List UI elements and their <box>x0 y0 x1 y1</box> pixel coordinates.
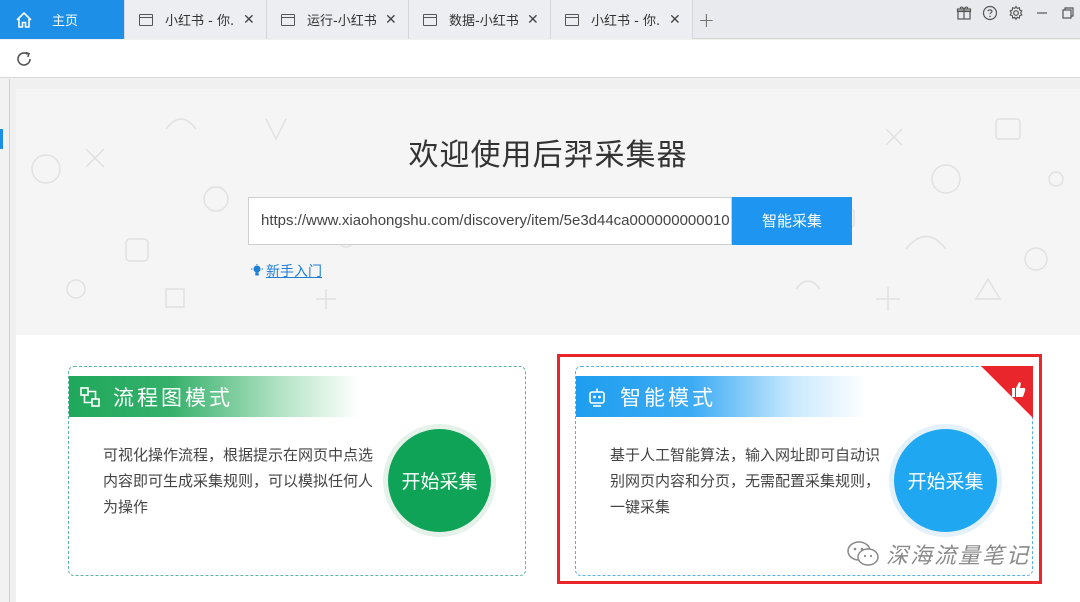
tab-page[interactable]: 小红书 - 你... ✕ <box>551 0 693 39</box>
page-icon <box>281 13 295 26</box>
refresh-icon[interactable] <box>14 49 34 69</box>
window-controls <box>952 0 1080 26</box>
gift-icon[interactable] <box>952 1 976 25</box>
url-input[interactable]: https://www.xiaohongshu.com/discovery/it… <box>248 197 732 245</box>
home-icon <box>16 11 32 28</box>
watermark-text: 深海流量笔记 <box>886 544 1031 569</box>
page-title: 欢迎使用后羿采集器 <box>408 138 688 173</box>
close-icon[interactable]: ✕ <box>385 12 397 28</box>
tab-label: 主页 <box>52 14 79 29</box>
close-icon[interactable]: ✕ <box>669 12 681 28</box>
restore-icon[interactable] <box>1056 1 1080 25</box>
card-description: 基于人工智能算法，输入网址即可自动识别网页内容和分页，无需配置采集规则，一键采集 <box>610 446 881 516</box>
beginner-guide-link[interactable]: 新手入门 <box>251 261 322 281</box>
page-icon <box>565 13 579 26</box>
close-icon[interactable]: ✕ <box>527 12 539 28</box>
lightbulb-icon <box>251 264 263 276</box>
card-header: 智能模式 <box>576 376 866 417</box>
hero-section: 欢迎使用后羿采集器 https://www.xiaohongshu.com/di… <box>16 89 1080 335</box>
tab-label: 运行-小红书... <box>307 14 377 29</box>
page-icon <box>139 13 153 26</box>
card-description: 可视化操作流程，根据提示在网页中点选内容即可生成采集规则，可以模拟任何人为操作 <box>103 446 374 516</box>
flowchart-icon <box>80 386 100 407</box>
wechat-icon <box>847 541 879 566</box>
help-icon[interactable] <box>978 1 1002 25</box>
tab-label: 小红书 - 你... <box>165 14 235 29</box>
tab-page[interactable]: 小红书 - 你... ✕ <box>125 0 267 39</box>
side-strip <box>0 79 10 602</box>
thumbs-up-icon <box>981 366 1033 418</box>
tab-page[interactable]: 数据-小红书... ✕ <box>409 0 551 39</box>
guide-label: 新手入门 <box>266 264 322 280</box>
watermark: 深海流量笔记 <box>846 538 1030 570</box>
new-tab-button[interactable]: + <box>698 8 715 32</box>
smart-collect-button[interactable]: 智能采集 <box>732 197 852 245</box>
gear-icon[interactable] <box>1004 1 1028 25</box>
card-title: 智能模式 <box>620 385 716 410</box>
card-header: 流程图模式 <box>69 376 359 417</box>
tab-label: 小红书 - 你... <box>591 14 661 29</box>
start-smart-button[interactable]: 开始采集 <box>894 429 997 532</box>
start-flowchart-button[interactable]: 开始采集 <box>388 429 491 532</box>
tab-bar: 主页 小红书 - 你... ✕ 运行-小红书... ✕ 数据-小红书... ✕ … <box>0 0 1080 39</box>
tab-home[interactable]: 主页 <box>0 0 125 39</box>
close-icon[interactable]: ✕ <box>243 12 255 28</box>
tab-label: 数据-小红书... <box>449 14 519 29</box>
page-icon <box>423 13 437 26</box>
flowchart-mode-card: 流程图模式 可视化操作流程，根据提示在网页中点选内容即可生成采集规则，可以模拟任… <box>68 366 526 576</box>
toolbar <box>0 40 1080 78</box>
side-marker <box>0 129 3 149</box>
tab-page[interactable]: 运行-小红书... ✕ <box>267 0 409 39</box>
minimize-icon[interactable] <box>1030 1 1054 25</box>
card-title: 流程图模式 <box>113 385 233 410</box>
robot-icon <box>589 388 605 407</box>
